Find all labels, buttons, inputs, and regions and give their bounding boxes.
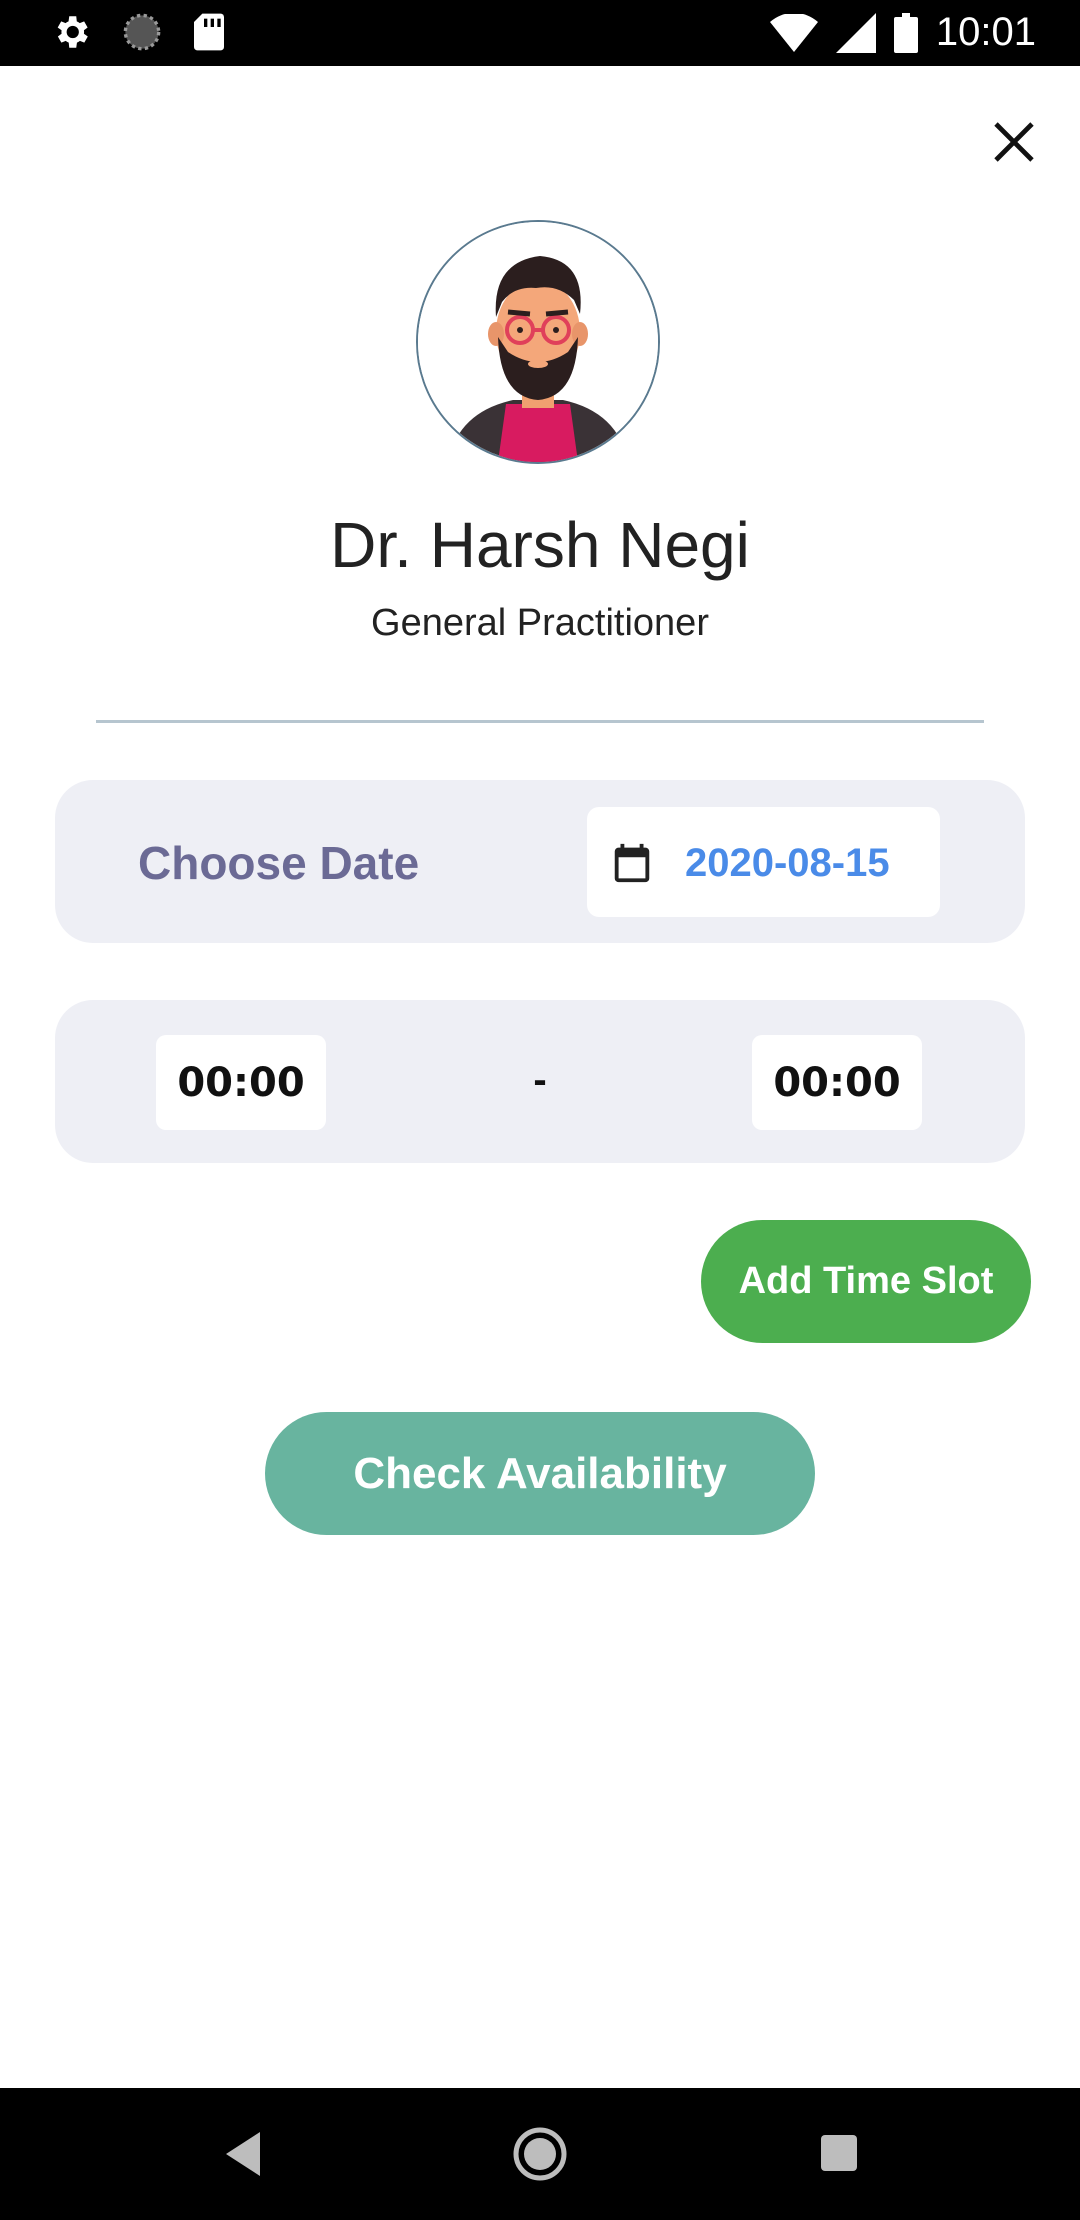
wifi-icon (769, 13, 818, 52)
divider (96, 720, 984, 723)
doctor-avatar (416, 220, 660, 464)
status-right-icons: 10:01 (769, 10, 1036, 55)
settings-icon (57, 16, 88, 48)
home-icon[interactable] (512, 2126, 568, 2182)
status-left-icons (50, 11, 226, 53)
status-time: 10:01 (935, 10, 1036, 54)
close-button[interactable] (990, 118, 1038, 166)
date-panel: Choose Date 2020-08-15 (55, 780, 1025, 943)
calendar-icon (614, 843, 650, 883)
end-time-button[interactable]: 00:00 (752, 1035, 922, 1130)
doctor-illustration (418, 222, 658, 462)
close-icon (994, 122, 1034, 162)
battery-icon (893, 12, 918, 53)
status-bar: 10:01 (0, 0, 1080, 66)
time-panel: 00:00 - 00:00 (55, 1000, 1025, 1163)
date-picker-button[interactable]: 2020-08-15 (587, 807, 940, 917)
doctor-name: Dr. Harsh Negi (330, 509, 750, 581)
add-time-slot-button[interactable]: Add Time Slot (701, 1220, 1031, 1343)
signal-icon (835, 12, 876, 53)
loading-icon (123, 13, 161, 51)
check-availability-button[interactable]: Check Availability (265, 1412, 815, 1535)
selected-date: 2020-08-15 (685, 841, 890, 885)
sd-card-icon (194, 13, 224, 51)
recent-apps-icon[interactable] (819, 2133, 859, 2173)
doctor-specialty: General Practitioner (371, 602, 709, 644)
back-icon[interactable] (222, 2128, 262, 2180)
navigation-bar (0, 2088, 1080, 2220)
choose-date-label: Choose Date (138, 837, 420, 889)
